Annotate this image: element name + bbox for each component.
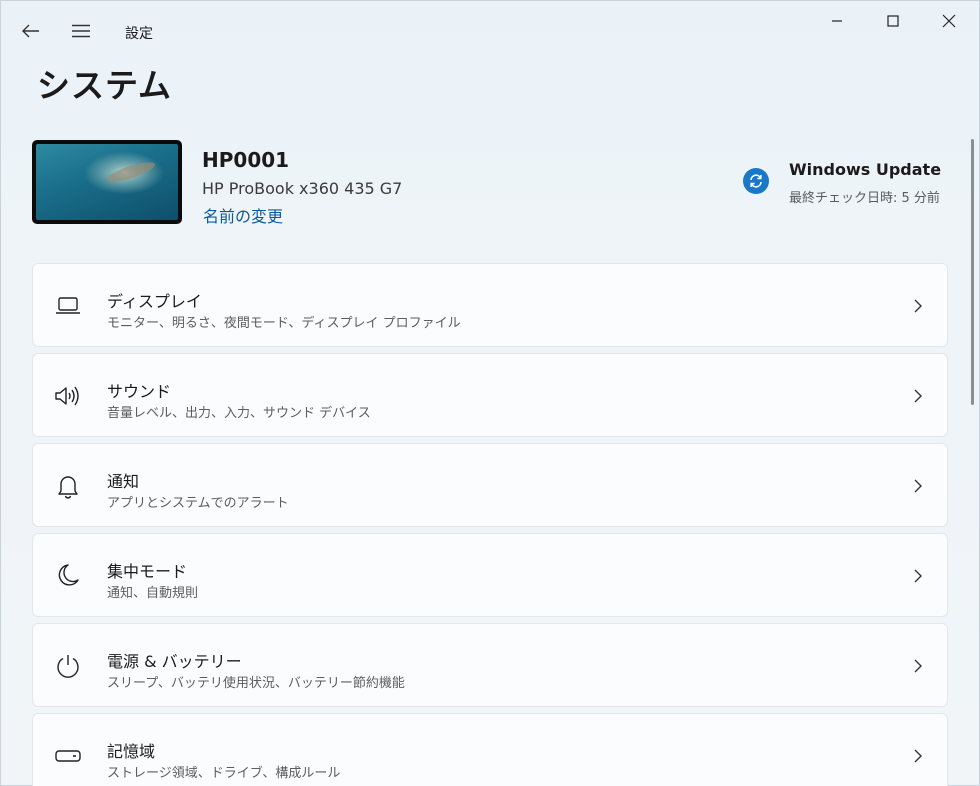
storage-icon	[53, 742, 83, 770]
minimize-icon	[832, 20, 842, 22]
vertical-scrollbar[interactable]	[971, 139, 974, 405]
laptop-icon	[53, 292, 83, 320]
chevron-right-icon	[911, 476, 925, 496]
settings-window: 設定 システム HP0001 HP ProBook x360 435 G7 名前…	[0, 0, 980, 786]
sync-icon	[750, 174, 762, 188]
settings-item-title: 記憶域	[107, 742, 156, 761]
settings-item-title: 通知	[107, 472, 140, 491]
hamburger-icon	[72, 24, 90, 38]
back-button[interactable]	[15, 15, 47, 47]
windows-update-title[interactable]: Windows Update	[789, 160, 941, 179]
settings-item-title: 電源 & バッテリー	[107, 652, 242, 671]
chevron-right-icon	[911, 296, 925, 316]
minimize-button[interactable]	[809, 1, 865, 41]
chevron-right-icon	[911, 656, 925, 676]
settings-item-power-battery[interactable]: 電源 & バッテリー スリープ、バッテリ使用状況、バッテリー節約機能	[32, 623, 948, 707]
settings-item-title: サウンド	[107, 382, 172, 401]
speaker-icon	[53, 382, 83, 410]
close-button[interactable]	[921, 1, 977, 41]
chevron-right-icon	[911, 566, 925, 586]
power-icon	[53, 652, 83, 680]
bell-icon	[53, 472, 83, 500]
back-arrow-icon	[22, 24, 39, 38]
settings-item-description: 音量レベル、出力、入力、サウンド デバイス	[107, 406, 371, 421]
moon-icon	[53, 562, 83, 590]
page-title: システム	[37, 66, 173, 105]
title-bar: 設定	[1, 1, 979, 61]
chevron-right-icon	[911, 746, 925, 766]
settings-item-sound[interactable]: サウンド 音量レベル、出力、入力、サウンド デバイス	[32, 353, 948, 437]
windows-update-status: 最終チェック日時: 5 分前	[789, 191, 940, 206]
maximize-icon	[887, 15, 899, 27]
settings-item-description: ストレージ領域、ドライブ、構成ルール	[107, 766, 341, 781]
settings-item-description: アプリとシステムでのアラート	[107, 496, 289, 511]
app-title: 設定	[125, 26, 153, 42]
device-thumbnail	[32, 140, 182, 224]
settings-item-display[interactable]: ディスプレイ モニター、明るさ、夜間モード、ディスプレイ プロファイル	[32, 263, 948, 347]
settings-item-description: モニター、明るさ、夜間モード、ディスプレイ プロファイル	[107, 316, 461, 331]
chevron-right-icon	[911, 386, 925, 406]
rename-link[interactable]: 名前の変更	[203, 203, 283, 227]
windows-update-icon[interactable]	[743, 168, 769, 194]
navigation-menu-button[interactable]	[65, 15, 97, 47]
device-name: HP0001	[202, 148, 290, 172]
settings-item-title: 集中モード	[107, 562, 188, 581]
maximize-button[interactable]	[865, 1, 921, 41]
settings-item-notifications[interactable]: 通知 アプリとシステムでのアラート	[32, 443, 948, 527]
settings-item-description: 通知、自動規則	[107, 586, 199, 601]
settings-item-description: スリープ、バッテリ使用状況、バッテリー節約機能	[107, 676, 405, 691]
wallpaper-image	[36, 144, 178, 220]
settings-item-focus[interactable]: 集中モード 通知、自動規則	[32, 533, 948, 617]
settings-item-storage[interactable]: 記憶域 ストレージ領域、ドライブ、構成ルール	[32, 713, 948, 786]
device-model: HP ProBook x360 435 G7	[202, 179, 403, 198]
settings-item-title: ディスプレイ	[107, 292, 202, 311]
close-icon	[942, 14, 956, 28]
